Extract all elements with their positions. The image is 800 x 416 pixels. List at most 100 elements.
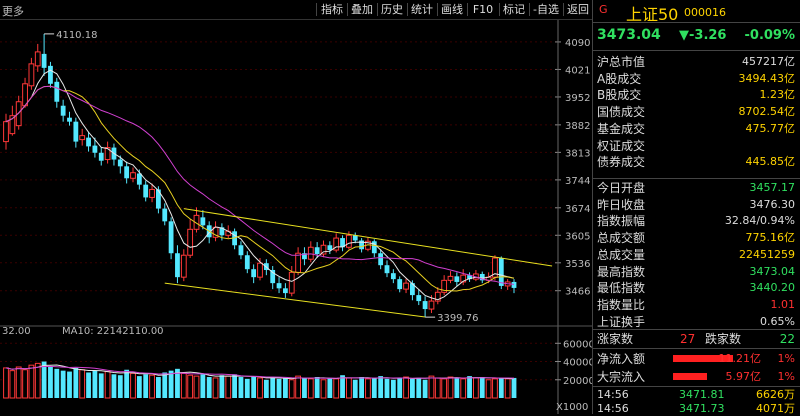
volume-bar (295, 375, 302, 399)
volume-bar (447, 376, 454, 399)
tick-time: 14:56 (597, 388, 629, 401)
stat-label: 上证换手 (597, 314, 646, 329)
volume-bar (314, 377, 320, 398)
stat-value: 3476.30 (749, 197, 796, 211)
candle-body (136, 173, 142, 185)
volume-bar (403, 376, 409, 399)
kline-chart[interactable]: 4090 4021 3952 3882 3813 3744 3674 3605 3536 3466… (0, 0, 592, 414)
candle-body (238, 245, 244, 256)
stat-label: 昨日收盘 (597, 197, 646, 212)
candle-body (257, 262, 263, 278)
volume-bar (479, 377, 485, 398)
volume-bar (352, 379, 358, 398)
price-tick-label: 4090 (565, 38, 590, 49)
stat-row: 指数量比 1.01 (593, 296, 800, 314)
candle-body (117, 159, 123, 167)
tick-row: 14:56 3471.81 6626万 (593, 388, 800, 402)
last-price: 3473.04 (597, 27, 661, 43)
flow-label: 净流入额 (597, 352, 646, 366)
stat-label: 最低指数 (597, 281, 646, 296)
price-tick-label: 3536 (565, 259, 590, 270)
stat-label: 沪总市值 (597, 55, 646, 69)
price-marker-label: 4110.18 (56, 30, 97, 41)
candle-body (175, 253, 180, 278)
stat-value: 475.77亿 (745, 121, 796, 135)
stat-value: 8702.54亿 (738, 105, 796, 119)
candle-body (3, 121, 9, 143)
flow-label: 大宗流入 (597, 370, 646, 384)
flow-pct: 1% (777, 370, 795, 383)
candle-body (295, 252, 302, 273)
volume-bar (276, 378, 282, 398)
volume-bar (244, 378, 250, 398)
price-tick-label: 4021 (565, 65, 590, 76)
volume-bar (238, 377, 244, 398)
stat-value: 22451259 (739, 247, 795, 261)
candle-body (54, 81, 60, 102)
candle-body (283, 288, 288, 294)
volume-bar (340, 375, 345, 398)
candle-body (422, 301, 428, 310)
stat-label: 最高指数 (597, 264, 646, 279)
volume-header-value: 32.00 (2, 326, 31, 337)
candle-body (200, 217, 206, 226)
volume-bar (212, 377, 219, 399)
volume-bar (180, 372, 187, 399)
volume-bar (28, 364, 35, 399)
volume-bar (162, 372, 168, 398)
flow-pct: 1% (777, 352, 795, 365)
volume-bar (225, 375, 232, 399)
candle-body (384, 265, 390, 274)
volume-bar (288, 379, 295, 399)
stat-value: 3440.20 (749, 281, 796, 295)
volume-pane: 32.00 MA10: 22142110.00 60000 40000 20000 X10… (0, 326, 592, 413)
stat-label: 总成交额 (597, 231, 646, 246)
volume-bar (473, 377, 479, 399)
volume-bar (168, 370, 174, 398)
stat-label: A股成交 (597, 71, 642, 86)
quote-header: G 上证50 000016 (593, 0, 800, 24)
volume-bar (422, 379, 428, 398)
volume-bar (92, 370, 98, 398)
stat-label: 指数量比 (597, 297, 646, 312)
candle-body (180, 254, 187, 278)
candle-body (314, 247, 320, 255)
volume-bar (232, 374, 237, 398)
stat-row: 总成交量 22451259 (593, 246, 800, 264)
candle-body (378, 253, 384, 266)
stat-value: 3473.04 (749, 264, 796, 278)
candle-body (143, 184, 149, 198)
volume-bar (156, 377, 161, 398)
price-tick-label: 3882 (565, 121, 590, 132)
volume-bar (384, 378, 390, 398)
candle-body (67, 117, 72, 122)
stat-row: 指数振幅 32.84/0.94% (593, 212, 800, 230)
volume-bar (283, 377, 288, 398)
volume-bar (15, 366, 22, 399)
stat-value: 3457.17 (749, 181, 796, 194)
volume-bar (79, 369, 86, 399)
candle-body (244, 255, 250, 270)
stat-row: 最高指数 3473.04 (593, 263, 800, 281)
volume-bar (3, 367, 9, 399)
candle-body (498, 258, 504, 286)
candle-body (346, 234, 352, 248)
flow-bar (673, 373, 707, 380)
stat-value: 445.85亿 (745, 155, 796, 169)
flow-value: 11.21亿 (718, 352, 762, 365)
volume-bar (111, 374, 117, 398)
volume-bar (416, 377, 422, 398)
price-tick-label: 3605 (565, 231, 590, 242)
volume-bar (187, 374, 194, 399)
candle-body (48, 65, 53, 84)
stat-label: 国债成交 (597, 105, 646, 120)
volume-bar (327, 377, 333, 398)
divider (593, 386, 800, 387)
candle-body (34, 51, 41, 67)
stat-row: 今日开盘 3457.17 (593, 179, 800, 197)
price-tick-label: 3813 (565, 148, 590, 159)
volume-bar (86, 372, 91, 398)
candle-body (92, 145, 98, 153)
flow-row: 大宗流入 5.97亿 1% (593, 368, 800, 386)
stat-value: 457217亿 (742, 55, 795, 68)
